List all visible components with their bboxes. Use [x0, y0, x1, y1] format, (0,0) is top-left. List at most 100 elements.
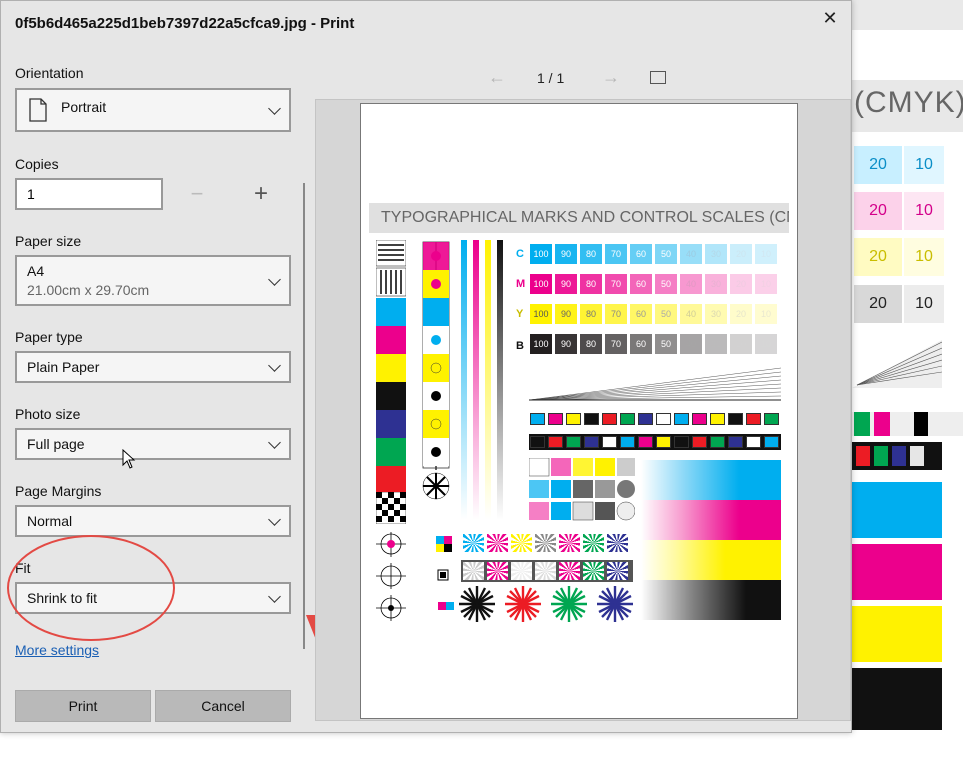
- print-button[interactable]: Print: [15, 690, 151, 722]
- scale-cell: 20: [730, 244, 752, 264]
- increase-copies-button[interactable]: +: [251, 181, 271, 207]
- print-preview: TYPOGRAPHICAL MARKS AND CONTROL SCALES (…: [315, 99, 851, 721]
- scale-cell: 90: [555, 334, 577, 354]
- paper-size-value: A4: [27, 263, 45, 279]
- row-label-black: B: [516, 340, 524, 352]
- background-cell: 20: [854, 238, 902, 276]
- strip-swatch: [620, 413, 635, 425]
- photo-size-select[interactable]: Full page: [15, 428, 291, 460]
- previous-page-arrow-icon[interactable]: ←: [488, 67, 506, 88]
- gradient-stripes: [461, 240, 503, 520]
- orientation-select[interactable]: Portrait: [15, 88, 291, 132]
- scale-cell: 80: [580, 244, 602, 264]
- pattern-swatch: [511, 534, 532, 552]
- cyan-halftone-block: [641, 460, 781, 500]
- paper-type-label: Paper type: [15, 329, 83, 345]
- strip-swatch: [710, 413, 725, 425]
- paper-type-select[interactable]: Plain Paper: [15, 351, 291, 383]
- background-cyan-block: [852, 482, 942, 538]
- scale-cell: 50: [655, 274, 677, 294]
- paper-type-value: Plain Paper: [27, 359, 100, 375]
- next-page-arrow-icon[interactable]: →: [602, 67, 620, 88]
- mouse-cursor-icon: [122, 449, 136, 469]
- page-margins-select[interactable]: Normal: [15, 505, 291, 537]
- scale-cell: 90: [555, 274, 577, 294]
- scale-cell: 60: [630, 334, 652, 354]
- background-heading-text: (CMYK): [854, 86, 963, 119]
- background-cell: 10: [904, 285, 944, 323]
- registration-chain: [422, 241, 450, 500]
- strip-swatch: [548, 436, 563, 448]
- page-margins-value: Normal: [27, 513, 73, 529]
- scale-cell: 80: [580, 274, 602, 294]
- strip-swatch: [746, 413, 761, 425]
- scale-cell: 90: [555, 304, 577, 324]
- strip-swatch: [764, 413, 779, 425]
- pattern-swatch: [535, 562, 556, 580]
- strip-swatch: [674, 436, 689, 448]
- registration-marks: [376, 532, 454, 621]
- paper-size-label: Paper size: [15, 233, 82, 249]
- scale-cell: 100: [530, 334, 552, 354]
- strip-swatch: [692, 413, 707, 425]
- pattern-swatch: [559, 534, 580, 552]
- scale-cell: 60: [630, 274, 652, 294]
- pattern-swatch: [487, 562, 508, 580]
- fit-to-window-icon[interactable]: [650, 71, 666, 84]
- close-button[interactable]: ✕: [818, 7, 842, 31]
- cancel-button[interactable]: Cancel: [155, 690, 291, 722]
- scale-cell: 70: [605, 274, 627, 294]
- scale-cell: 20: [730, 274, 752, 294]
- strip-swatch: [656, 413, 671, 425]
- strip-swatch: [566, 413, 581, 425]
- scale-cell: 30: [705, 274, 727, 294]
- more-settings-link[interactable]: More settings: [15, 642, 99, 658]
- scale-cell: 70: [605, 304, 627, 324]
- chevron-down-icon: [268, 513, 281, 526]
- background-cell: 10: [904, 238, 944, 276]
- orientation-value: Portrait: [61, 99, 107, 115]
- strip-swatch: [656, 436, 671, 448]
- scale-cell: 40: [680, 304, 702, 324]
- test-patches: [529, 458, 635, 521]
- scale-cell: 30: [705, 334, 727, 354]
- pattern-swatch: [607, 562, 628, 580]
- paper-size-select[interactable]: A4 21.00cm x 29.70cm: [15, 255, 291, 306]
- pattern-swatch: [463, 562, 484, 580]
- background-toolbar: [852, 0, 963, 30]
- strip-swatch: [566, 436, 581, 448]
- chevron-down-icon: [268, 359, 281, 372]
- copies-input[interactable]: 1: [15, 178, 163, 210]
- scale-cell: 70: [605, 244, 627, 264]
- cmyk-scale-table: C M Y B 100 90 80 70 60 50 40 30 20 10 100 90 80 70 60…: [516, 244, 786, 364]
- yellow-halftone-block: [641, 540, 781, 580]
- pattern-swatch: [535, 534, 556, 552]
- scale-cell: 30: [705, 244, 727, 264]
- background-color-strip: [852, 412, 963, 436]
- annotation-ellipse: [7, 535, 175, 641]
- strip-swatch: [530, 413, 545, 425]
- scale-cell: 30: [705, 304, 727, 324]
- pattern-row: [461, 560, 633, 582]
- scale-cell: 10: [755, 304, 777, 324]
- pattern-swatch: [607, 534, 628, 552]
- scale-cell: 10: [755, 274, 777, 294]
- vertical-color-bar: [376, 240, 406, 522]
- pattern-swatch: [487, 534, 508, 552]
- row-label-magenta: M: [516, 278, 526, 290]
- portrait-page-icon: [29, 98, 47, 122]
- strip-swatch: [728, 436, 743, 448]
- decrease-copies-button[interactable]: −: [187, 181, 207, 207]
- pattern-swatch: [559, 562, 580, 580]
- strip-swatch: [620, 436, 635, 448]
- background-app: (CMYK) 20 10 20 10 20 10 20 10: [852, 0, 963, 771]
- scale-cell: 70: [605, 334, 627, 354]
- photo-size-value: Full page: [27, 436, 85, 452]
- pattern-row: [461, 532, 633, 554]
- scale-cell: 60: [630, 244, 652, 264]
- scale-cell: 50: [655, 244, 677, 264]
- scale-cell: 10: [755, 334, 777, 354]
- orientation-label: Orientation: [15, 65, 84, 81]
- background-black-block: [852, 668, 942, 730]
- pattern-swatch: [583, 534, 604, 552]
